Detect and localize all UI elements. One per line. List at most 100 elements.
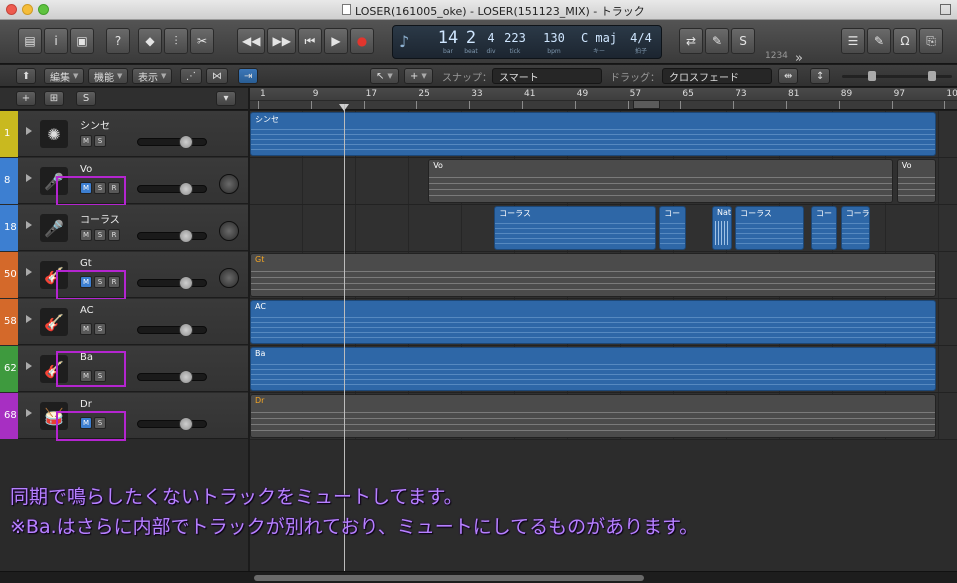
track-header[interactable]: 58 🎸 AC M S bbox=[0, 299, 248, 345]
disclosure-triangle-icon[interactable] bbox=[26, 362, 32, 370]
track-header[interactable]: 8 🎤 Vo M S R bbox=[0, 158, 248, 206]
track-header[interactable]: 68 🥁 Dr M S bbox=[0, 393, 248, 441]
cycle-area[interactable] bbox=[250, 100, 957, 109]
region[interactable]: コーラス bbox=[735, 206, 805, 250]
view-menu[interactable]: 表示 ▼ bbox=[132, 68, 173, 84]
fullscreen-icon[interactable] bbox=[940, 4, 951, 15]
bar-ruler[interactable]: 1 9 17 25 33 41 49 57 65 73 81 89 97 105 bbox=[250, 88, 957, 110]
function-menu[interactable]: 機能 ▼ bbox=[88, 68, 129, 84]
go-to-start-button[interactable]: ⏮ bbox=[297, 28, 322, 54]
new-folder-icon[interactable]: ⊞ bbox=[44, 91, 64, 106]
lcd-display[interactable]: ♪ 14 bar 2 beat 4 div 223 tick 130 bpm C maj キ… bbox=[392, 25, 662, 59]
count-in-label[interactable]: 1234 bbox=[765, 51, 788, 61]
record-button[interactable]: ● bbox=[349, 28, 374, 54]
more-chevron-icon[interactable]: » bbox=[795, 51, 803, 66]
track-name[interactable]: コーラス bbox=[80, 211, 120, 226]
lcd-time-signature[interactable]: 4/4 拍子 bbox=[627, 29, 655, 56]
pan-knob[interactable] bbox=[219, 268, 239, 288]
region[interactable]: シンセ bbox=[250, 112, 937, 156]
muted-region[interactable]: Vo bbox=[896, 159, 937, 203]
volume-fader-knob[interactable] bbox=[178, 135, 193, 149]
volume-fader[interactable] bbox=[137, 417, 207, 431]
volume-fader[interactable] bbox=[137, 370, 207, 384]
vertical-zoom-icon[interactable]: ↕ bbox=[810, 68, 831, 84]
track-name[interactable]: AC bbox=[80, 305, 94, 316]
zoom-window-button[interactable] bbox=[38, 4, 49, 15]
volume-fader[interactable] bbox=[137, 276, 207, 290]
volume-fader-knob[interactable] bbox=[178, 229, 193, 243]
track-header[interactable]: 18 🎤 コーラス M S R bbox=[0, 205, 248, 251]
toolbar-toggle-icon[interactable]: ▣ bbox=[70, 28, 94, 54]
track-name[interactable]: Dr bbox=[80, 399, 92, 410]
disclosure-triangle-icon[interactable] bbox=[26, 409, 32, 417]
marquee-tool-icon[interactable]: + ▼ bbox=[404, 68, 433, 84]
disclosure-triangle-icon[interactable] bbox=[26, 315, 32, 323]
add-track-button[interactable]: + bbox=[16, 91, 36, 106]
global-solo-button[interactable]: S bbox=[76, 91, 96, 106]
replace-icon[interactable]: ✎ bbox=[705, 28, 729, 54]
track-name[interactable]: Gt bbox=[80, 258, 92, 269]
inspector-icon[interactable]: i bbox=[44, 28, 68, 54]
volume-fader-knob[interactable] bbox=[178, 182, 193, 196]
volume-fader[interactable] bbox=[137, 323, 207, 337]
solo-mode-icon[interactable]: S bbox=[731, 28, 755, 54]
horizontal-scrollbar[interactable] bbox=[250, 571, 957, 583]
track-name[interactable]: Vo bbox=[80, 164, 92, 175]
snap-select[interactable]: スマート bbox=[492, 68, 602, 84]
pan-knob[interactable] bbox=[219, 174, 239, 194]
region[interactable]: コー bbox=[659, 206, 686, 250]
rewind-button[interactable]: ◀◀ bbox=[237, 28, 266, 54]
track-header[interactable]: 62 🎸 Ba M S bbox=[0, 346, 248, 392]
catch-icon[interactable]: ⋰ bbox=[180, 68, 202, 84]
zoom-sliders[interactable] bbox=[842, 68, 952, 84]
lcd-division[interactable]: 4 div bbox=[483, 29, 499, 56]
region[interactable]: Nat bbox=[712, 206, 732, 250]
notepad-icon[interactable]: ✎ bbox=[867, 28, 891, 54]
minimize-window-button[interactable] bbox=[22, 4, 33, 15]
lcd-tempo[interactable]: 130 bpm bbox=[539, 29, 569, 56]
disclosure-triangle-icon[interactable] bbox=[26, 268, 32, 276]
link-icon[interactable]: ⋈ bbox=[206, 68, 228, 84]
close-window-button[interactable] bbox=[6, 4, 17, 15]
solo-button[interactable]: S bbox=[94, 135, 106, 147]
microphone-icon[interactable]: 🎤 bbox=[40, 214, 68, 242]
scrollbar-thumb[interactable] bbox=[254, 575, 644, 581]
region[interactable]: コーラス bbox=[494, 206, 656, 250]
volume-fader-knob[interactable] bbox=[178, 276, 193, 290]
play-button[interactable]: ▶ bbox=[323, 28, 348, 54]
volume-fader[interactable] bbox=[137, 182, 207, 196]
quick-help-icon[interactable]: ? bbox=[106, 28, 130, 54]
region[interactable]: コー bbox=[811, 206, 838, 250]
volume-fader-knob[interactable] bbox=[178, 417, 193, 431]
mixer-icon[interactable]: ⫶ bbox=[164, 28, 188, 54]
waveform-zoom-icon[interactable]: ⇹ bbox=[778, 68, 799, 84]
region[interactable]: AC bbox=[250, 300, 937, 344]
solo-button[interactable]: S bbox=[94, 323, 106, 335]
acoustic-guitar-icon[interactable]: 🎸 bbox=[40, 308, 68, 336]
edit-menu[interactable]: 編集 ▼ bbox=[44, 68, 85, 84]
library-icon[interactable]: ▤ bbox=[18, 28, 42, 54]
lcd-bar[interactable]: 14 bar bbox=[435, 29, 461, 56]
fast-forward-button[interactable]: ▶▶ bbox=[267, 28, 296, 54]
list-editors-icon[interactable]: ☰ bbox=[841, 28, 865, 54]
editors-icon[interactable]: ✂ bbox=[190, 28, 214, 54]
pan-knob[interactable] bbox=[219, 221, 239, 241]
lcd-beat[interactable]: 2 beat bbox=[461, 29, 481, 56]
lcd-key[interactable]: C maj キー bbox=[579, 29, 619, 56]
record-enable-button[interactable]: R bbox=[108, 229, 120, 241]
region[interactable]: Ba bbox=[250, 347, 937, 391]
track-name[interactable]: シンセ bbox=[80, 117, 110, 132]
cycle-icon[interactable]: ⇄ bbox=[679, 28, 703, 54]
mute-button[interactable]: M bbox=[80, 135, 92, 147]
collapse-icon[interactable]: ▾ bbox=[216, 91, 236, 106]
volume-fader[interactable] bbox=[137, 229, 207, 243]
muted-region[interactable]: Dr bbox=[250, 394, 937, 438]
volume-fader-knob[interactable] bbox=[178, 323, 193, 337]
track-header[interactable]: 1 ✺ シンセ M S bbox=[0, 111, 248, 157]
disclosure-triangle-icon[interactable] bbox=[26, 127, 32, 135]
synth-icon[interactable]: ✺ bbox=[40, 120, 68, 148]
mute-button[interactable]: M bbox=[80, 229, 92, 241]
solo-button[interactable]: S bbox=[94, 229, 106, 241]
disclosure-triangle-icon[interactable] bbox=[26, 174, 32, 182]
loop-browser-icon[interactable]: Ω bbox=[893, 28, 917, 54]
